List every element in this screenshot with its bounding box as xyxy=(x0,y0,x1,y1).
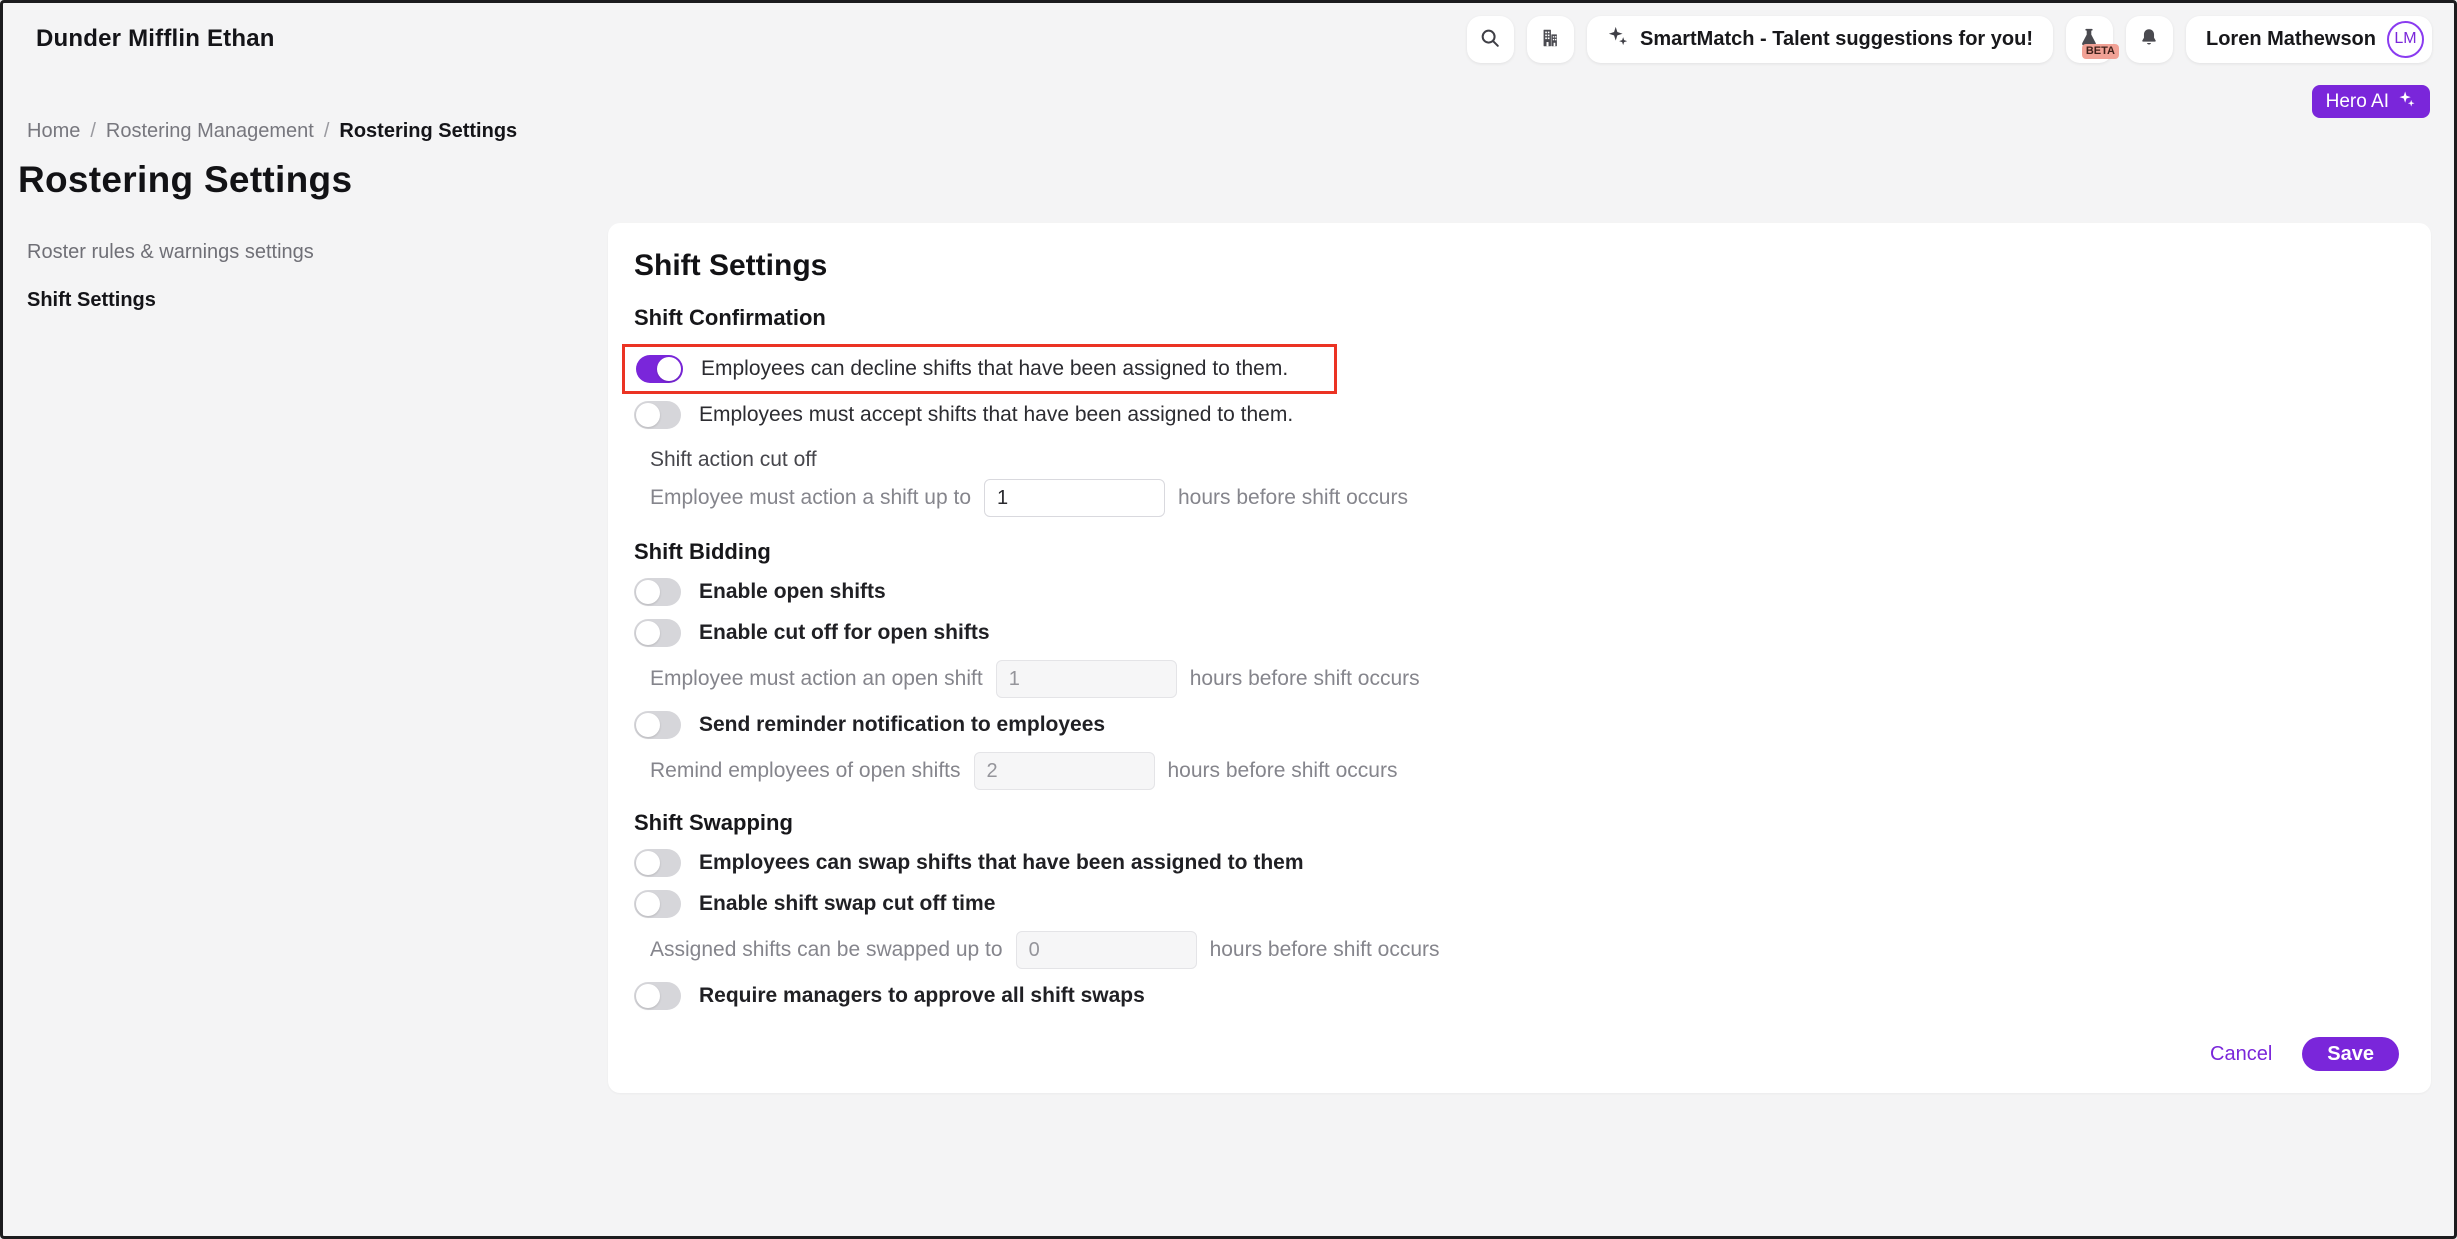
open-shift-cutoff-toggle-row: Enable cut off for open shifts xyxy=(634,619,2403,647)
app-window: Dunder Mifflin Ethan SmartMatch - Talent… xyxy=(0,0,2457,1239)
shift-action-cutoff-heading: Shift action cut off xyxy=(650,448,2403,472)
reminder-hours-input xyxy=(974,752,1155,790)
reminder-toggle-row: Send reminder notification to employees xyxy=(634,711,2403,739)
open-shift-cutoff-suffix-label: hours before shift occurs xyxy=(1190,667,1420,691)
open-shift-cutoff-prefix-label: Employee must action an open shift xyxy=(650,667,983,691)
top-bar-actions: SmartMatch - Talent suggestions for you!… xyxy=(1467,16,2432,63)
enable-open-shifts-toggle[interactable] xyxy=(634,578,681,606)
require-manager-approval-label: Require managers to approve all shift sw… xyxy=(699,984,1145,1008)
user-menu-button[interactable]: Loren Mathewson LM xyxy=(2186,16,2432,63)
shift-settings-panel: Shift Settings Shift Confirmation Employ… xyxy=(608,223,2431,1093)
shift-action-cutoff-row: Employee must action a shift up to hours… xyxy=(650,479,2403,517)
breadcrumb-current: Rostering Settings xyxy=(339,120,517,143)
sparkles-icon xyxy=(1607,25,1629,53)
decline-shifts-toggle[interactable] xyxy=(636,355,683,383)
shift-action-cutoff-input[interactable] xyxy=(984,479,1165,517)
swap-cutoff-hours-row: Assigned shifts can be swapped up to hou… xyxy=(650,931,2403,969)
swap-cutoff-label: Enable shift swap cut off time xyxy=(699,892,995,916)
breadcrumb-separator: / xyxy=(90,120,96,143)
cutoff-suffix-label: hours before shift occurs xyxy=(1178,486,1408,510)
smartmatch-button[interactable]: SmartMatch - Talent suggestions for you! xyxy=(1587,16,2053,63)
save-button[interactable]: Save xyxy=(2302,1037,2399,1071)
user-name: Loren Mathewson xyxy=(2206,28,2376,51)
send-reminder-label: Send reminder notification to employees xyxy=(699,713,1105,737)
swap-cutoff-hours-input xyxy=(1016,931,1197,969)
swap-cutoff-prefix-label: Assigned shifts can be swapped up to xyxy=(650,938,1003,962)
reminder-suffix-label: hours before shift occurs xyxy=(1168,759,1398,783)
organisation-button[interactable] xyxy=(1527,16,1574,63)
bell-icon xyxy=(2138,27,2160,52)
breadcrumb-home[interactable]: Home xyxy=(27,120,80,143)
section-shift-confirmation: Shift Confirmation xyxy=(634,305,2403,331)
swap-cutoff-toggle[interactable] xyxy=(634,890,681,918)
accept-shifts-toggle[interactable] xyxy=(634,401,681,429)
reminder-prefix-label: Remind employees of open shifts xyxy=(650,759,961,783)
reminder-hours-row: Remind employees of open shifts hours be… xyxy=(650,752,2403,790)
highlighted-decline-toggle-row: Employees can decline shifts that have b… xyxy=(622,344,1337,394)
accept-toggle-row: Employees must accept shifts that have b… xyxy=(634,401,2403,429)
section-shift-swapping: Shift Swapping xyxy=(634,810,2403,836)
sidebar-item-shift-settings[interactable]: Shift Settings xyxy=(27,289,568,312)
beta-flask-button[interactable]: BETA xyxy=(2066,16,2113,63)
breadcrumb-rostering-management[interactable]: Rostering Management xyxy=(106,120,314,143)
section-shift-bidding: Shift Bidding xyxy=(634,539,2403,565)
hero-ai-row: Hero AI xyxy=(3,75,2454,118)
open-shift-cutoff-input xyxy=(996,660,1177,698)
avatar: LM xyxy=(2387,21,2424,58)
approval-toggle-row: Require managers to approve all shift sw… xyxy=(634,982,2403,1010)
swap-toggle-row: Employees can swap shifts that have been… xyxy=(634,849,2403,877)
settings-sidebar: Roster rules & warnings settings Shift S… xyxy=(3,223,608,337)
enable-open-shift-cutoff-label: Enable cut off for open shifts xyxy=(699,621,990,645)
content-area: Roster rules & warnings settings Shift S… xyxy=(3,223,2454,1093)
notifications-button[interactable] xyxy=(2126,16,2173,63)
accept-shifts-label: Employees must accept shifts that have b… xyxy=(699,403,1293,427)
enable-open-shifts-label: Enable open shifts xyxy=(699,580,886,604)
search-button[interactable] xyxy=(1467,16,1514,63)
cutoff-prefix-label: Employee must action a shift up to xyxy=(650,486,971,510)
beta-badge: BETA xyxy=(2082,44,2119,59)
sidebar-item-roster-rules[interactable]: Roster rules & warnings settings xyxy=(27,241,568,264)
smartmatch-label: SmartMatch - Talent suggestions for you! xyxy=(1640,28,2033,51)
company-title: Dunder Mifflin Ethan xyxy=(36,25,275,53)
employees-can-swap-label: Employees can swap shifts that have been… xyxy=(699,851,1304,875)
swap-cutoff-toggle-row: Enable shift swap cut off time xyxy=(634,890,2403,918)
enable-open-shift-cutoff-toggle[interactable] xyxy=(634,619,681,647)
open-shift-cutoff-row: Employee must action an open shift hours… xyxy=(650,660,2403,698)
hero-ai-label: Hero AI xyxy=(2326,91,2389,113)
send-reminder-toggle[interactable] xyxy=(634,711,681,739)
hero-ai-sparkles-icon xyxy=(2398,90,2416,114)
breadcrumb-separator: / xyxy=(324,120,330,143)
cancel-button[interactable]: Cancel xyxy=(2210,1043,2272,1066)
search-icon xyxy=(1479,27,1501,52)
swap-cutoff-suffix-label: hours before shift occurs xyxy=(1210,938,1440,962)
page-title: Rostering Settings xyxy=(18,159,2454,201)
panel-footer: Cancel Save xyxy=(634,1023,2403,1077)
open-shifts-toggle-row: Enable open shifts xyxy=(634,578,2403,606)
top-bar: Dunder Mifflin Ethan SmartMatch - Talent… xyxy=(3,3,2454,75)
panel-title: Shift Settings xyxy=(634,249,2403,283)
require-manager-approval-toggle[interactable] xyxy=(634,982,681,1010)
decline-shifts-label: Employees can decline shifts that have b… xyxy=(701,357,1288,381)
building-icon xyxy=(1539,27,1561,52)
breadcrumb: Home / Rostering Management / Rostering … xyxy=(3,118,2454,143)
hero-ai-button[interactable]: Hero AI xyxy=(2312,85,2430,118)
employees-can-swap-toggle[interactable] xyxy=(634,849,681,877)
